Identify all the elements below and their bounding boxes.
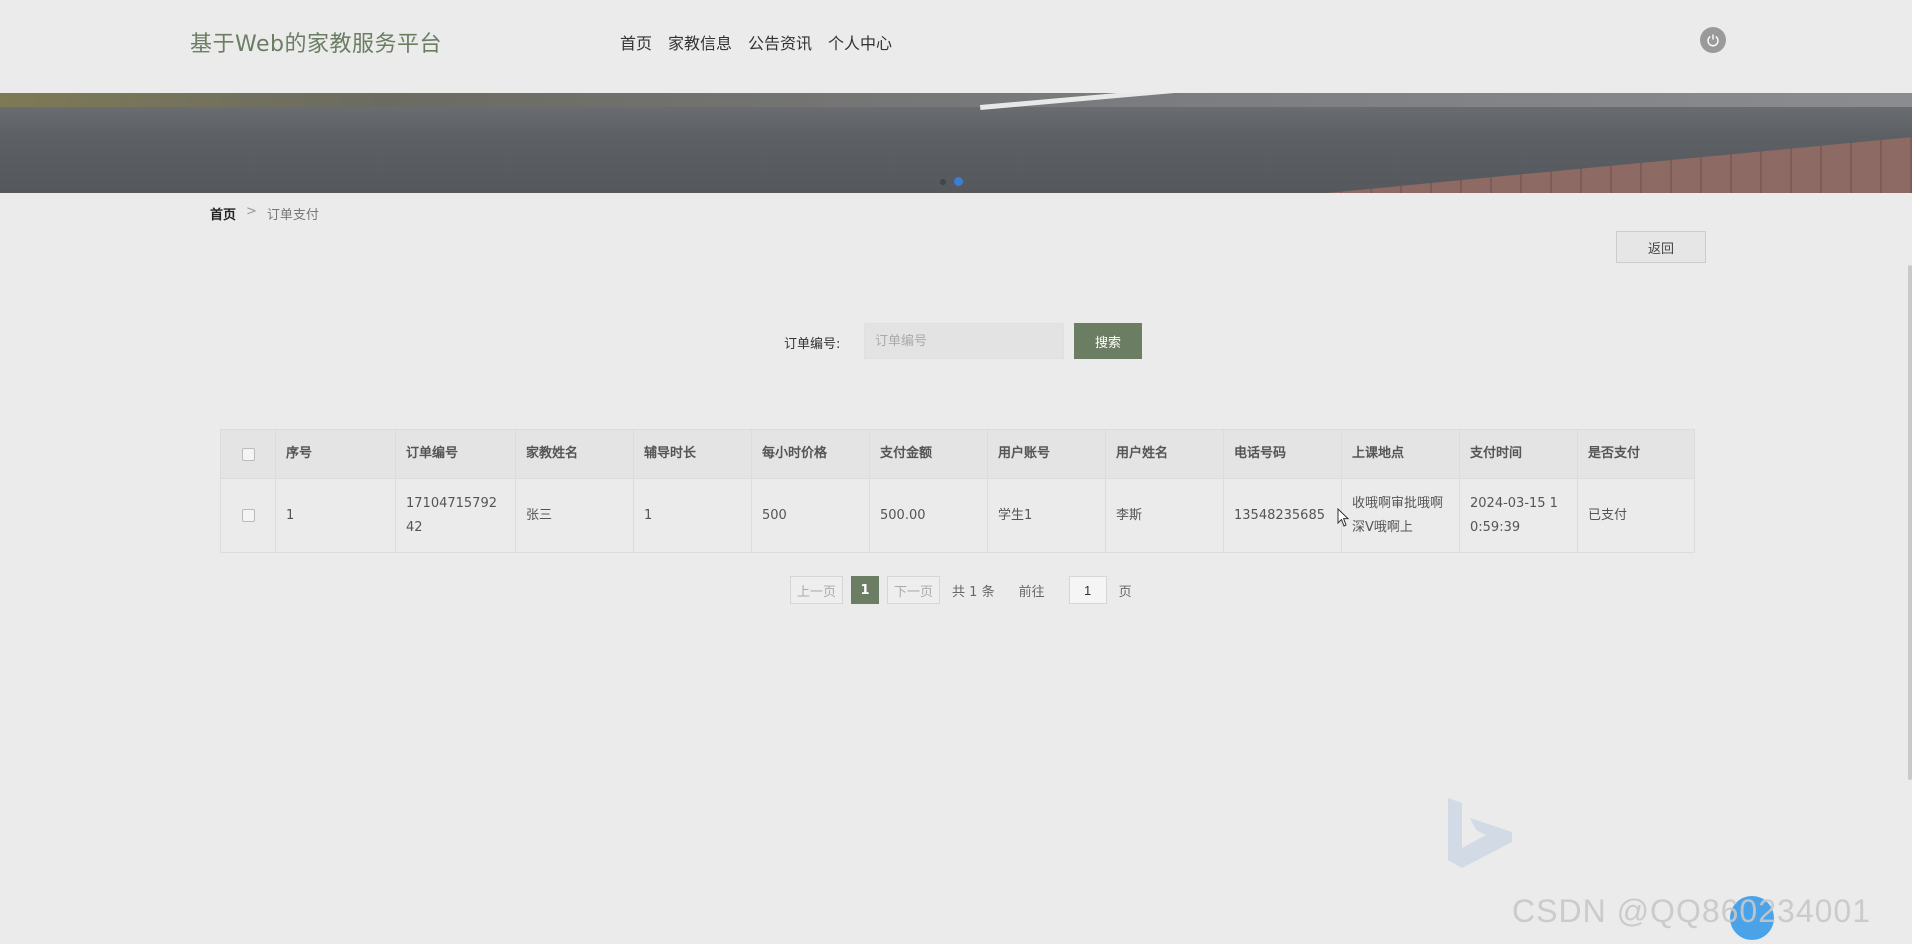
power-icon bbox=[1707, 34, 1719, 47]
column-header: 支付时间 bbox=[1460, 430, 1578, 478]
column-header: 家教姓名 bbox=[516, 430, 634, 478]
nav-item-tutor-info[interactable]: 家教信息 bbox=[668, 30, 732, 54]
mouse-cursor-icon bbox=[1337, 508, 1350, 527]
cell-payment-amount: 500.00 bbox=[870, 479, 988, 552]
cell-user-name: 李斯 bbox=[1106, 479, 1224, 552]
column-header: 用户姓名 bbox=[1106, 430, 1224, 478]
column-header: 每小时价格 bbox=[752, 430, 870, 478]
cell-class-location: 收哦啊审批哦啊深V哦啊上 bbox=[1342, 479, 1460, 552]
column-header: 订单编号 bbox=[396, 430, 516, 478]
select-all-cell bbox=[221, 430, 276, 478]
page-scrollbar[interactable] bbox=[1908, 265, 1912, 780]
carousel-indicators bbox=[940, 177, 963, 186]
table-header-row: 序号 订单编号 家教姓名 辅导时长 每小时价格 支付金额 用户账号 用户姓名 电… bbox=[221, 430, 1694, 479]
search-button[interactable]: 搜索 bbox=[1074, 323, 1142, 359]
row-checkbox[interactable] bbox=[241, 509, 255, 522]
nav-item-announcements[interactable]: 公告资讯 bbox=[748, 30, 812, 54]
carousel-dot[interactable] bbox=[940, 178, 946, 185]
breadcrumb-separator: > bbox=[246, 204, 257, 219]
cell-duration: 1 bbox=[634, 479, 752, 552]
prev-page-button[interactable]: 上一页 bbox=[790, 576, 844, 604]
table-row[interactable]: 1 1710471579242 张三 1 500 500.00 学生1 李斯 1… bbox=[221, 479, 1694, 552]
order-number-label: 订单编号: bbox=[784, 337, 841, 352]
nav-item-personal-center[interactable]: 个人中心 bbox=[828, 30, 892, 54]
order-number-search-input[interactable] bbox=[864, 323, 1064, 359]
nav-item-home[interactable]: 首页 bbox=[620, 30, 652, 54]
cell-user-account: 学生1 bbox=[988, 479, 1106, 552]
cell-tutor-name: 张三 bbox=[516, 479, 634, 552]
cell-order-number: 1710471579242 bbox=[396, 479, 516, 552]
row-select-cell bbox=[221, 479, 276, 552]
main-nav: 首页 家教信息 公告资讯 个人中心 bbox=[620, 30, 892, 54]
goto-label: 前往 bbox=[1018, 584, 1045, 600]
cell-phone: 13548235685 bbox=[1224, 479, 1342, 552]
pagination: 上一页 1 下一页 共 1 条 前往 页 bbox=[790, 576, 1132, 604]
order-table: 序号 订单编号 家教姓名 辅导时长 每小时价格 支付金额 用户账号 用户姓名 电… bbox=[220, 429, 1695, 553]
select-all-checkbox[interactable] bbox=[241, 447, 255, 461]
page-number-current[interactable]: 1 bbox=[851, 576, 880, 604]
total-count: 共 1 条 bbox=[952, 584, 995, 600]
top-header: 基于Web的家教服务平台 首页 家教信息 公告资讯 个人中心 bbox=[0, 0, 1912, 93]
banner-image-top bbox=[0, 93, 1912, 107]
banner-carousel bbox=[0, 93, 1912, 193]
site-title[interactable]: 基于Web的家教服务平台 bbox=[190, 26, 442, 58]
back-button[interactable]: 返回 bbox=[1616, 231, 1706, 263]
goto-page-input[interactable] bbox=[1068, 576, 1107, 604]
carousel-dot-active[interactable] bbox=[954, 177, 963, 186]
logout-button[interactable] bbox=[1700, 27, 1726, 53]
cell-hourly-price: 500 bbox=[752, 479, 870, 552]
cell-paid-status: 已支付 bbox=[1588, 507, 1628, 523]
page-suffix: 页 bbox=[1118, 584, 1132, 600]
watermark: CSDN @QQ860234001 bbox=[1512, 893, 1871, 929]
next-page-button[interactable]: 下一页 bbox=[887, 576, 941, 604]
breadcrumb-home[interactable]: 首页 bbox=[210, 204, 236, 223]
breadcrumb: 首页 > 订单支付 bbox=[210, 204, 319, 223]
column-header: 支付金额 bbox=[870, 430, 988, 478]
cell-payment-time: 2024-03-15 10:59:39 bbox=[1460, 479, 1578, 552]
column-header: 序号 bbox=[276, 430, 396, 478]
banner-image-sidewalk bbox=[1327, 137, 1912, 193]
column-header: 用户账号 bbox=[988, 430, 1106, 478]
column-header: 上课地点 bbox=[1342, 430, 1460, 478]
cell-index: 1 bbox=[276, 479, 396, 552]
bing-logo-icon bbox=[1448, 798, 1512, 868]
breadcrumb-current: 订单支付 bbox=[266, 208, 319, 223]
column-header: 是否支付 bbox=[1588, 446, 1641, 461]
column-header: 电话号码 bbox=[1224, 430, 1342, 478]
column-header: 辅导时长 bbox=[634, 430, 752, 478]
